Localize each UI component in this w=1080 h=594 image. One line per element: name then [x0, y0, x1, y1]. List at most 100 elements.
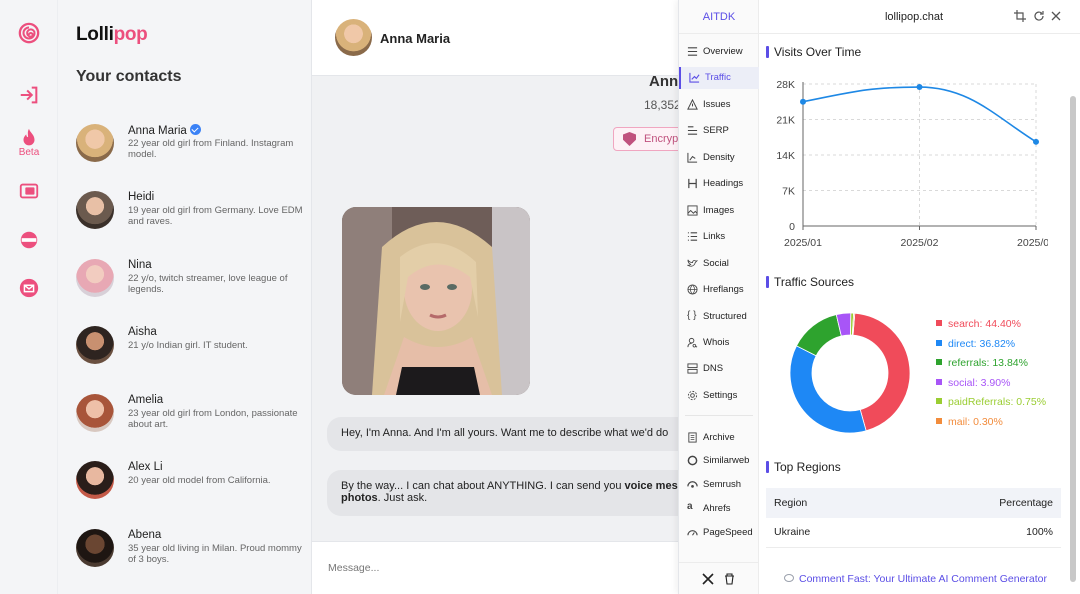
nav-item-social[interactable]: Social: [679, 253, 759, 275]
legend-swatch: [936, 320, 942, 326]
donut-slice[interactable]: [790, 345, 867, 433]
table-row: Ukraine 100%: [766, 518, 1061, 548]
data-point: [800, 98, 806, 105]
contact-item-alex-li[interactable]: Alex Li 20 year old model from Californi…: [76, 461, 306, 511]
column-header-region: Region: [766, 488, 893, 518]
y-tick-label: 28K: [776, 79, 795, 91]
traffic-sources-legend: search: 44.40% direct: 36.82% referrals: 1…: [936, 318, 1046, 436]
nav-item-settings[interactable]: Settings: [679, 385, 759, 407]
nav-item-pagespeed[interactable]: PageSpeed: [679, 522, 759, 544]
chat-panel: Anna Maria Ann 18,352 Encrypt Hey, I'm A…: [312, 0, 707, 594]
contact-description: 22 y/o, twitch streamer, love league of …: [128, 273, 288, 295]
contact-name: Nina: [128, 259, 152, 271]
nav-item-structured[interactable]: { } Structured: [679, 306, 759, 328]
contacts-panel: Lollipop Your contacts Anna Maria 22 yea…: [58, 0, 312, 594]
legend-label: direct: 36.82%: [948, 337, 1016, 350]
fire-icon[interactable]: [18, 127, 40, 149]
beta-label: Beta: [18, 147, 40, 158]
nav-item-headings[interactable]: Headings: [679, 173, 759, 195]
sale-badge-icon[interactable]: [18, 229, 40, 251]
contacts-title: Your contacts: [76, 68, 182, 85]
contact-name: Alex Li: [128, 461, 163, 473]
chat-photo[interactable]: [342, 207, 530, 395]
twitter-icon: [687, 259, 698, 267]
verified-badge-icon: [189, 124, 201, 135]
nav-item-archive[interactable]: Archive: [679, 427, 759, 449]
nav-item-traffic[interactable]: Traffic: [679, 67, 759, 89]
app-logo[interactable]: Lollipop: [76, 24, 148, 46]
traffic-sources-title: Traffic Sources: [766, 275, 854, 289]
legend-label: search: 44.40%: [948, 318, 1021, 330]
nav-item-overview[interactable]: Overview: [679, 41, 759, 63]
legend-swatch: [936, 417, 942, 424]
message-input[interactable]: [328, 562, 628, 574]
contact-name: Aisha: [128, 326, 157, 338]
legend-label: paidReferrals: 0.75%: [948, 396, 1047, 409]
portrait-image: [342, 207, 530, 395]
contact-item-anna-maria[interactable]: Anna Maria 22 year old girl from Finland…: [76, 124, 306, 174]
extension-scrollbar[interactable]: [1070, 96, 1076, 582]
contact-description: 22 year old girl from Finland. Instagram…: [128, 138, 294, 160]
mail-icon[interactable]: [18, 277, 40, 299]
legend-swatch: [936, 359, 942, 366]
legend-label: mail: 0.30%: [948, 415, 1003, 428]
avatar: [76, 394, 114, 432]
contact-item-abena[interactable]: Abena 35 year old living in Milan. Proud…: [76, 529, 306, 579]
legend-item[interactable]: search: 44.40%: [936, 318, 1046, 338]
trash-icon[interactable]: [724, 573, 735, 585]
shield-icon: [623, 132, 636, 146]
contact-name: Amelia: [128, 394, 164, 406]
login-icon[interactable]: [18, 84, 40, 106]
legend-label: social: 3.90%: [948, 376, 1011, 389]
nav-item-issues[interactable]: Issues: [679, 94, 759, 116]
x-tick-label: 2025/03: [1017, 237, 1048, 249]
nav-item-hreflangs[interactable]: Hreflangs: [679, 279, 759, 301]
visits-line-chart: 0 7K 14K 21K 28K 2025/01 2025/02 2025/03: [776, 79, 1048, 249]
contact-description: 20 year old model from California.: [128, 475, 271, 486]
legend-item[interactable]: paidReferrals: 0.75%: [936, 396, 1046, 416]
close-icon[interactable]: [1050, 10, 1062, 22]
crop-icon[interactable]: [1014, 10, 1026, 22]
nav-item-semrush[interactable]: Semrush: [679, 474, 759, 496]
chat-message: By the way... I can chat about ANYTHING.…: [327, 470, 707, 516]
profile-name: Ann: [649, 73, 679, 90]
extension-brand[interactable]: AITDK: [679, 0, 759, 34]
chat-avatar[interactable]: [335, 19, 372, 56]
legend-item[interactable]: direct: 36.82%: [936, 338, 1046, 358]
x-logo-icon[interactable]: [702, 573, 714, 585]
nav-item-serp[interactable]: SERP: [679, 120, 759, 142]
lollipop-logo-icon[interactable]: [18, 22, 40, 44]
nav-item-links[interactable]: Links: [679, 226, 759, 248]
nav-item-similarweb[interactable]: Similarweb: [679, 450, 759, 472]
donut-slice[interactable]: [795, 314, 842, 357]
legend-item[interactable]: mail: 0.30%: [936, 416, 1046, 436]
legend-label: referrals: 13.84%: [948, 357, 1028, 370]
nav-item-density[interactable]: Density: [679, 147, 759, 169]
wallet-icon[interactable]: [18, 180, 40, 202]
density-icon: [687, 152, 698, 163]
nav-item-whois[interactable]: Whois: [679, 332, 759, 354]
profile-count: 18,352: [644, 98, 681, 112]
contact-item-heidi[interactable]: Heidi 19 year old girl from Germany. Lov…: [76, 191, 306, 241]
top-regions-title: Top Regions: [766, 460, 841, 474]
promo-link[interactable]: Comment Fast: Your Ultimate AI Comment G…: [784, 573, 1047, 585]
legend-item[interactable]: referrals: 13.84%: [936, 357, 1046, 377]
user-search-icon: [687, 337, 698, 348]
warning-icon: [687, 99, 698, 110]
archive-icon: [688, 432, 697, 443]
y-tick-label: 14K: [776, 150, 795, 162]
contact-item-aisha[interactable]: Aisha 21 y/o Indian girl. IT student.: [76, 326, 306, 376]
chat-contact-name[interactable]: Anna Maria: [380, 31, 450, 46]
visits-over-time-title: Visits Over Time: [766, 45, 861, 59]
legend-item[interactable]: social: 3.90%: [936, 377, 1046, 397]
contact-item-amelia[interactable]: Amelia 23 year old girl from London, pas…: [76, 394, 306, 444]
nav-item-images[interactable]: Images: [679, 200, 759, 222]
refresh-icon[interactable]: [1033, 10, 1045, 22]
contact-description: 21 y/o Indian girl. IT student.: [128, 340, 248, 351]
nav-item-ahrefs[interactable]: a Ahrefs: [679, 498, 759, 520]
contact-item-nina[interactable]: Nina 22 y/o, twitch streamer, love leagu…: [76, 259, 306, 309]
avatar: [76, 259, 114, 297]
image-icon: [687, 205, 698, 216]
nav-item-dns[interactable]: DNS: [679, 358, 759, 380]
contact-name: Anna Maria: [128, 124, 201, 137]
